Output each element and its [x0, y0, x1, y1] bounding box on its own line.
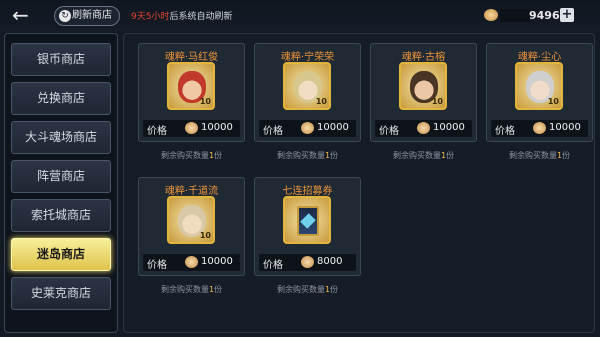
price-value: 8000 — [317, 256, 343, 267]
shell-coin-icon — [417, 122, 430, 134]
sidebar-item-shrek-shop[interactable]: 史莱克商店 — [11, 277, 111, 310]
sidebar-item-sotuo-shop[interactable]: 索托城商店 — [11, 199, 111, 232]
item-level: 10 — [199, 97, 211, 106]
refresh-countdown: 9天5小时 — [131, 12, 170, 22]
remaining-purchases: 剩余购买数量1份 — [160, 151, 223, 160]
price-bar: 价格 8000 — [259, 254, 356, 271]
back-arrow-icon[interactable]: ← — [12, 5, 34, 27]
remaining-purchases: 剩余购买数量1份 — [276, 151, 339, 160]
sidebar-item-maze-island-shop[interactable]: 迷岛商店 — [11, 238, 111, 271]
price-bar: 价格 10000 — [375, 120, 472, 137]
recruit-ticket-icon — [283, 196, 331, 244]
price-value: 10000 — [201, 122, 233, 133]
portrait-icon: 10 — [283, 62, 331, 110]
price-label: 价格 — [379, 126, 399, 137]
remaining-purchases: 剩余购买数量1份 — [392, 151, 455, 160]
shop-sidebar: 银币商店 兑换商店 大斗魂场商店 阵营商店 索托城商店 迷岛商店 史莱克商店 — [4, 33, 118, 333]
price-value: 10000 — [201, 256, 233, 267]
refresh-notice-text: 后系统自动刷新 — [169, 12, 233, 22]
sidebar-item-arena-shop[interactable]: 大斗魂场商店 — [11, 121, 111, 154]
item-name: 魂粹·尘心 — [517, 52, 562, 63]
top-bar: ← ↻ 刷新商店 9天5小时后系统自动刷新 9496 + — [0, 0, 600, 32]
price-label: 价格 — [263, 260, 283, 271]
item-level: 10 — [315, 97, 327, 106]
price-label: 价格 — [263, 126, 283, 137]
refresh-icon: ↻ — [59, 10, 71, 22]
currency-bar — [500, 9, 530, 22]
item-name: 魂粹·宁荣荣 — [280, 52, 335, 63]
sidebar-item-faction-shop[interactable]: 阵营商店 — [11, 160, 111, 193]
shell-coin-icon — [185, 122, 198, 134]
price-label: 价格 — [147, 126, 167, 137]
item-level: 10 — [547, 97, 559, 106]
add-currency-button[interactable]: + — [560, 8, 574, 22]
sidebar-item-exchange-shop[interactable]: 兑换商店 — [11, 82, 111, 115]
shop-item-card[interactable]: 七连招募券 价格 8000 — [254, 177, 361, 276]
item-name: 魂粹·千道流 — [164, 186, 219, 197]
shell-coin-icon — [185, 256, 198, 268]
item-name: 魂粹·古榕 — [401, 52, 446, 63]
item-name: 魂粹·马红俊 — [164, 52, 219, 63]
sidebar-item-silver-shop[interactable]: 银币商店 — [11, 43, 111, 76]
price-bar: 价格 10000 — [259, 120, 356, 137]
price-bar: 价格 10000 — [143, 254, 240, 271]
shop-item-card[interactable]: 魂粹·尘心 10 价格 10000 — [486, 43, 593, 142]
remaining-purchases: 剩余购买数量1份 — [276, 285, 339, 294]
price-label: 价格 — [147, 260, 167, 271]
portrait-icon: 10 — [167, 62, 215, 110]
price-value: 10000 — [549, 122, 581, 133]
shop-item-card[interactable]: 魂粹·宁荣荣 10 价格 10000 — [254, 43, 361, 142]
item-level: 10 — [199, 231, 211, 240]
price-value: 10000 — [433, 122, 465, 133]
shop-item-card[interactable]: 魂粹·古榕 10 价格 10000 — [370, 43, 477, 142]
currency-value: 9496 — [529, 9, 560, 22]
shop-item-card[interactable]: 魂粹·千道流 10 价格 10000 — [138, 177, 245, 276]
currency-shell-icon — [484, 9, 498, 21]
item-name: 七连招募券 — [282, 186, 333, 197]
shop-item-panel: 魂粹·马红俊 10 价格 10000 剩余购买数量1份 魂粹·宁荣荣 10 价格… — [123, 33, 595, 333]
item-level: 10 — [431, 97, 443, 106]
price-bar: 价格 10000 — [491, 120, 588, 137]
refresh-notice: 9天5小时后系统自动刷新 — [131, 9, 232, 22]
portrait-icon: 10 — [515, 62, 563, 110]
remaining-purchases: 剩余购买数量1份 — [160, 285, 223, 294]
remaining-purchases: 剩余购买数量1份 — [508, 151, 571, 160]
refresh-label: 刷新商店 — [72, 10, 112, 21]
shell-coin-icon — [301, 256, 314, 268]
refresh-shop-button[interactable]: ↻ 刷新商店 — [54, 6, 120, 26]
shell-coin-icon — [533, 122, 546, 134]
portrait-icon: 10 — [399, 62, 447, 110]
price-label: 价格 — [495, 126, 515, 137]
price-value: 10000 — [317, 122, 349, 133]
price-bar: 价格 10000 — [143, 120, 240, 137]
shop-item-card[interactable]: 魂粹·马红俊 10 价格 10000 — [138, 43, 245, 142]
portrait-icon: 10 — [167, 196, 215, 244]
shell-coin-icon — [301, 122, 314, 134]
